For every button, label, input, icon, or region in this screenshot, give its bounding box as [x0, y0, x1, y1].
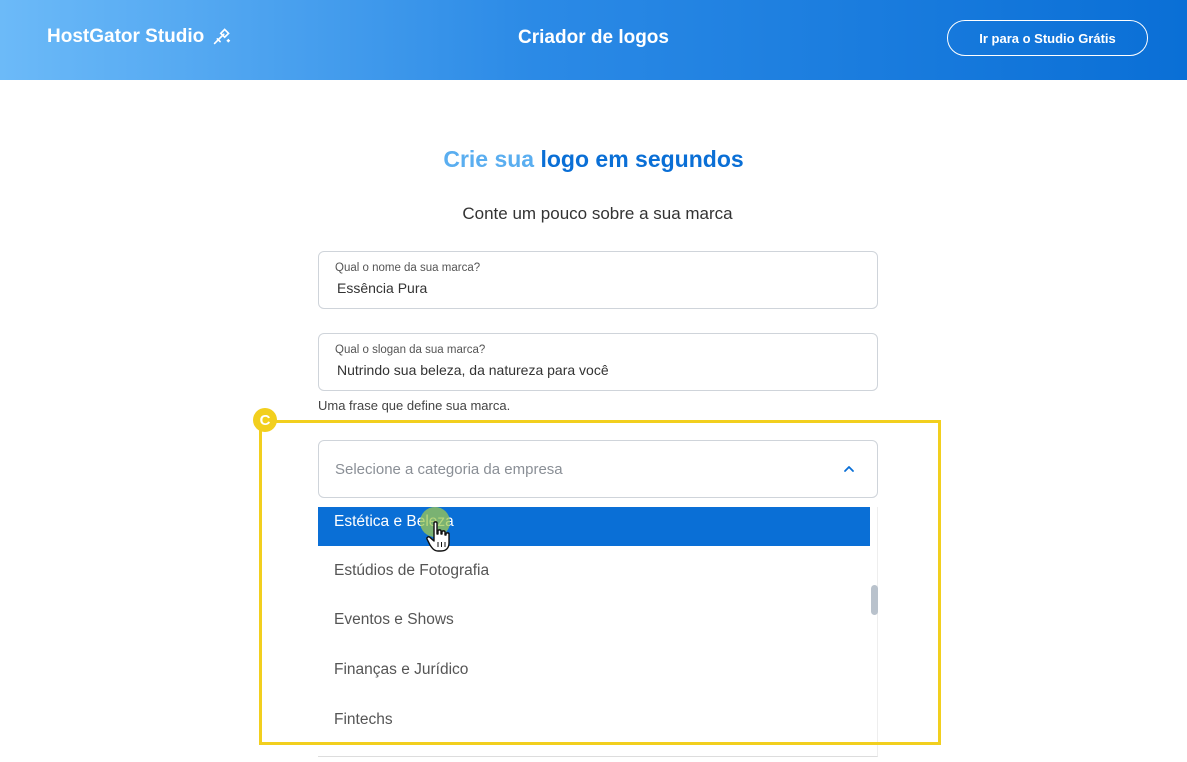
go-to-studio-button[interactable]: Ir para o Studio Grátis: [947, 20, 1148, 56]
brand-name-value[interactable]: Essência Pura: [337, 280, 427, 296]
page-title-part2: logo em segundos: [540, 146, 744, 172]
annotation-highlight-box: [259, 420, 941, 745]
annotation-badge: C: [253, 408, 277, 432]
brand-name-field[interactable]: Qual o nome da sua marca? Essência Pura: [318, 251, 878, 309]
slogan-field[interactable]: Qual o slogan da sua marca? Nutrindo sua…: [318, 333, 878, 391]
top-header: HostGator Studio Criador de logos Ir par…: [0, 0, 1187, 80]
hand-pointer-icon: [426, 521, 450, 552]
page-title-part1: Crie sua: [443, 146, 541, 172]
brand-name-label: Qual o nome da sua marca?: [335, 262, 481, 274]
slogan-value[interactable]: Nutrindo sua beleza, da natureza para vo…: [337, 362, 609, 378]
page-title: Crie sua logo em segundos: [0, 146, 1187, 173]
slogan-helper-text: Uma frase que define sua marca.: [318, 398, 511, 413]
slogan-label: Qual o slogan da sua marca?: [335, 344, 486, 356]
page-subtitle: Conte um pouco sobre a sua marca: [462, 204, 733, 223]
